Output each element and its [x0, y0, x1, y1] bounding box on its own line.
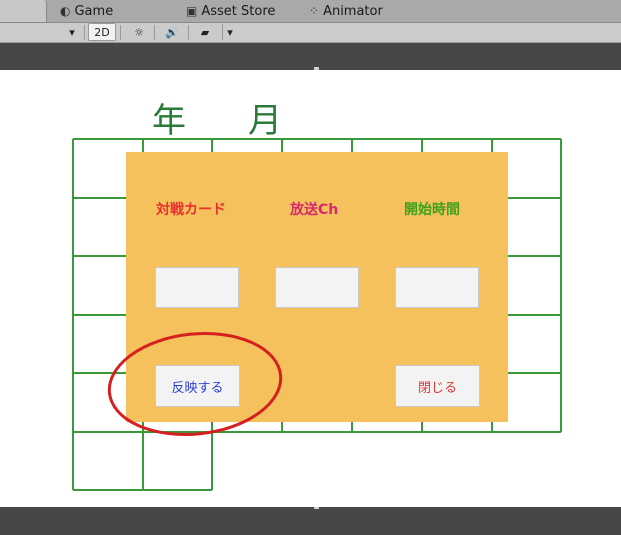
start-time-input[interactable] [395, 267, 479, 308]
schedule-entry-panel: 対戦カード 放送Ch 開始時間 反映する 閉じる [126, 152, 508, 422]
matchup-header: 対戦カード [156, 202, 226, 218]
channel-header: 放送Ch [290, 202, 339, 218]
close-button[interactable]: 閉じる [395, 365, 480, 407]
month-label: 月 [248, 101, 282, 141]
year-label: 年 [152, 101, 186, 141]
matchup-input[interactable] [155, 267, 239, 308]
channel-input[interactable] [275, 267, 359, 308]
start-time-header: 開始時間 [404, 202, 460, 218]
apply-button[interactable]: 反映する [155, 365, 240, 407]
